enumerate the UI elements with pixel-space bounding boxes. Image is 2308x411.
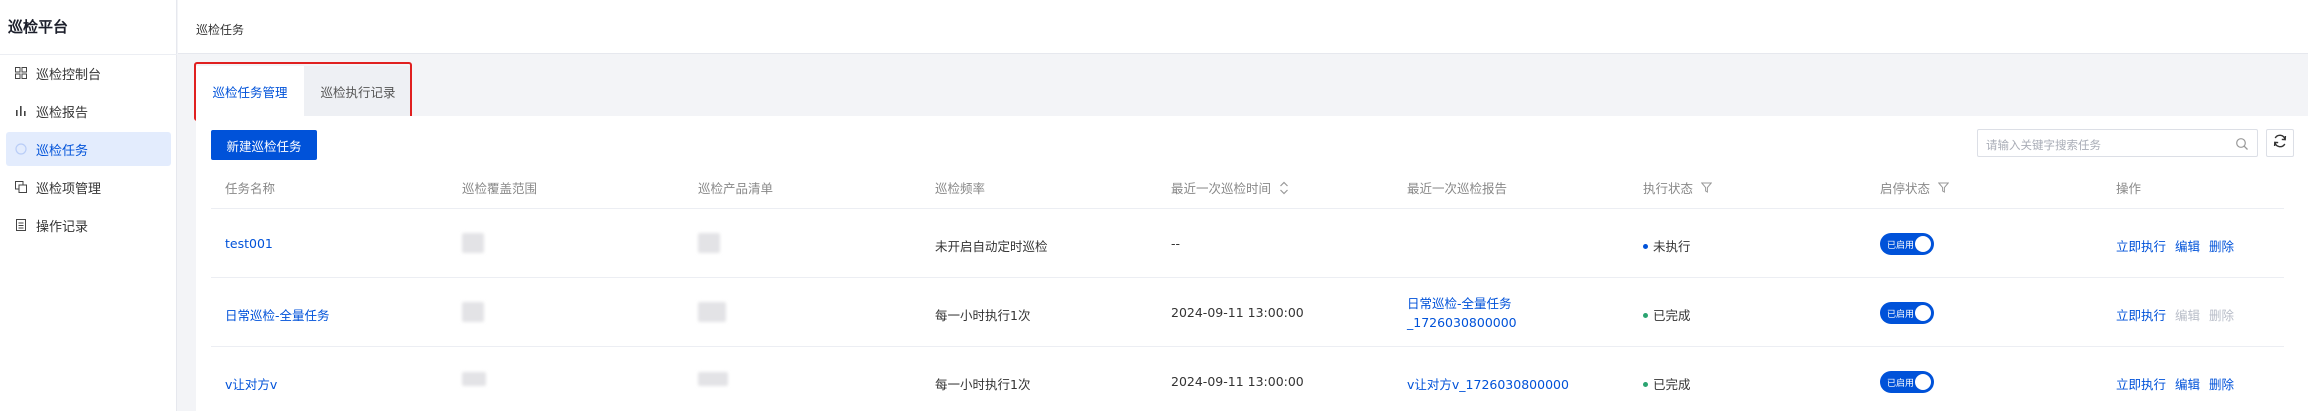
sidebar-item-task[interactable]: 巡检任务 [6,132,171,166]
product-list-redacted [698,233,720,253]
delete-link[interactable]: 删除 [2209,377,2234,392]
last-time-text: -- [1171,236,1181,251]
main-panel: 新建巡检任务 请输入关键字搜索任务 任务名称 巡检覆盖范围 巡检产品清单 巡检频… [196,116,2308,411]
report-link-line: _1726030800000 [1407,315,1517,330]
toggle-label: 已启用 [1887,379,1915,389]
column-header: 任务名称 [225,181,276,196]
refresh-button[interactable] [2266,129,2294,157]
divider [211,208,2284,209]
refresh-icon [2272,133,2288,153]
product-list-redacted [698,302,726,322]
status-label: 已完成 [1653,308,1691,323]
sort-icon[interactable] [1279,180,1289,196]
column-header-toggle: 启停状态 [1880,178,1950,197]
sidebar-item-label: 巡检项管理 [36,181,102,197]
top-bar: 巡检任务 [178,0,2308,54]
brand-title: 巡检平台 [8,18,69,36]
run-now-link[interactable]: 立即执行 [2116,239,2166,254]
copy-icon [14,180,28,194]
sidebar-item-report[interactable]: 巡检报告 [6,94,171,128]
toggle-label: 已启用 [1887,310,1915,320]
task-name-link[interactable]: v让对方v [225,374,277,393]
row-actions: 立即执行 编辑 删除 [2116,236,2243,255]
new-task-button[interactable]: 新建巡检任务 [211,130,317,160]
edit-link[interactable]: 编辑 [2175,239,2200,254]
frequency-text: 每一小时执行1次 [935,377,1031,392]
sidebar-item-label: 巡检任务 [36,143,89,159]
report-link-line: 日常巡检-全量任务 [1407,296,1512,311]
column-header-last-time: 最近一次巡检时间 [1171,178,1289,197]
column-header-label: 执行状态 [1643,181,1694,196]
status-badge: 未执行 [1643,236,1691,255]
status-dot [1643,313,1648,318]
status-dot [1643,244,1648,249]
sidebar-item-records[interactable]: 操作记录 [6,208,171,242]
column-header: 最近一次巡检报告 [1407,181,1508,196]
search-placeholder: 请输入关键字搜索任务 [1986,138,2101,152]
frequency-text: 每一小时执行1次 [935,308,1031,323]
last-time-text: 2024-09-11 13:00:00 [1171,305,1304,320]
task-icon [14,142,28,156]
frequency-text: 未开启自动定时巡检 [935,239,1048,254]
toggle-knob [1915,236,1931,252]
enable-toggle[interactable]: 已启用 [1880,371,1934,393]
divider [211,277,2284,278]
sidebar: 巡检平台 巡检控制台 巡检报告 巡检任务 巡检项管理 操作记录 [0,0,177,411]
enable-toggle[interactable]: 已启用 [1880,302,1934,324]
toggle-label: 已启用 [1887,241,1915,251]
tab-bar: 巡检任务管理 巡检执行记录 [196,66,412,116]
row-actions: 立即执行 编辑 删除 [2116,305,2243,324]
row-actions: 立即执行 编辑 删除 [2116,374,2243,393]
report-link[interactable]: 日常巡检-全量任务 _1726030800000 [1407,294,1517,332]
run-now-link[interactable]: 立即执行 [2116,308,2166,323]
column-header: 操作 [2116,181,2142,196]
coverage-redacted [462,233,484,253]
product-list-redacted [698,372,728,386]
sidebar-item-label: 巡检控制台 [36,67,102,83]
status-label: 已完成 [1653,377,1691,392]
enable-toggle[interactable]: 已启用 [1880,233,1934,255]
coverage-redacted [462,302,484,322]
sidebar-item-label: 巡检报告 [36,105,89,121]
status-badge: 已完成 [1643,374,1691,393]
delete-link[interactable]: 删除 [2209,308,2234,323]
report-link[interactable]: v让对方v_1726030800000 [1407,374,1569,393]
tab-execution-records[interactable]: 巡检执行记录 [304,66,412,116]
search-input[interactable]: 请输入关键字搜索任务 [1977,129,2258,157]
column-header: 巡检频率 [935,181,986,196]
tab-task-management[interactable]: 巡检任务管理 [196,66,304,116]
search-icon[interactable] [2235,136,2249,150]
sidebar-item-label: 操作记录 [36,219,89,235]
dashboard-icon [14,66,28,80]
coverage-redacted [462,372,486,386]
toggle-knob [1915,305,1931,321]
edit-link[interactable]: 编辑 [2175,377,2200,392]
breadcrumb: 巡检任务 [196,23,245,37]
status-dot [1643,382,1648,387]
toggle-knob [1915,374,1931,390]
record-icon [14,218,28,232]
bar-chart-icon [14,104,28,118]
column-header-status: 执行状态 [1643,178,1713,197]
task-name-link[interactable]: test001 [225,236,273,251]
column-header-label: 启停状态 [1880,181,1931,196]
divider [0,54,177,55]
delete-link[interactable]: 删除 [2209,239,2234,254]
status-label: 未执行 [1653,239,1691,254]
sidebar-item-console[interactable]: 巡检控制台 [6,56,171,90]
column-header: 巡检产品清单 [698,181,774,196]
column-header: 巡检覆盖范围 [462,181,538,196]
sidebar-item-items[interactable]: 巡检项管理 [6,170,171,204]
filter-icon[interactable] [1938,182,1950,193]
run-now-link[interactable]: 立即执行 [2116,377,2166,392]
column-header-label: 最近一次巡检时间 [1171,181,1272,196]
filter-icon[interactable] [1701,182,1713,193]
last-time-text: 2024-09-11 13:00:00 [1171,374,1304,389]
status-badge: 已完成 [1643,305,1691,324]
task-name-link[interactable]: 日常巡检-全量任务 [225,305,330,324]
edit-link[interactable]: 编辑 [2175,308,2200,323]
divider [211,346,2284,347]
